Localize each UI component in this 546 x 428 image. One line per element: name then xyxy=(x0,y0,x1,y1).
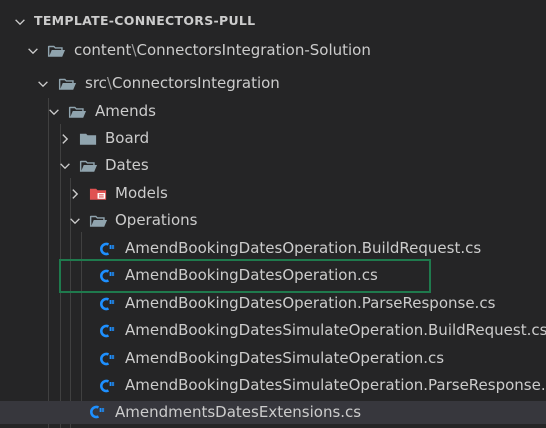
tree-item-label: AmendBookingDatesOperation.cs xyxy=(125,266,378,284)
csharp-file-icon xyxy=(100,324,115,338)
csharp-file-icon xyxy=(100,269,115,283)
tree-item-label: AmendBookingDatesOperation.BuildRequest.… xyxy=(125,239,482,257)
csharp-file-icon xyxy=(100,242,115,256)
folder-open-icon xyxy=(58,78,77,90)
chevron-down-icon xyxy=(28,48,38,55)
folder-open-icon xyxy=(47,45,66,57)
tree-item-models-folder[interactable]: Models xyxy=(0,181,546,208)
tree-item-label: AmendBookingDatesSimulateOperation.cs xyxy=(125,349,445,367)
tree-item-label: content\ConnectorsIntegration-Solution xyxy=(74,41,371,59)
tree-item-board-folder[interactable]: Board xyxy=(0,126,546,153)
tree-item-label: Board xyxy=(105,129,150,147)
tree-item-file[interactable]: AmendBookingDatesSimulateOperation.Parse… xyxy=(0,373,546,400)
chevron-down-icon xyxy=(38,81,48,88)
folder-open-icon xyxy=(79,160,98,172)
chevron-down-icon xyxy=(70,218,80,225)
chevron-right-icon xyxy=(62,134,69,144)
tree-item-label: AmendBookingDatesSimulateOperation.Parse… xyxy=(125,376,546,394)
folder-open-icon xyxy=(89,215,108,227)
chevron-down-icon xyxy=(60,163,70,170)
csharp-file-icon xyxy=(100,352,115,366)
tree-item-file-selected[interactable]: AmendmentsDatesExtensions.cs xyxy=(0,401,546,424)
tree-item-file[interactable]: AmendBookingDatesOperation.BuildRequest.… xyxy=(0,236,546,263)
tree-item-label: Models xyxy=(115,184,168,202)
tree-item-content-folder[interactable]: content\ConnectorsIntegration-Solution xyxy=(0,38,546,65)
file-explorer: TEMPLATE-CONNECTORS-PULL content\Connect… xyxy=(0,0,546,428)
tree-item-label: AmendBookingDatesSimulateOperation.Build… xyxy=(125,321,546,339)
tree-item-label: Operations xyxy=(115,211,198,229)
tree-item-label: AmendBookingDatesOperation.ParseResponse… xyxy=(125,294,496,312)
chevron-right-icon xyxy=(72,189,79,199)
tree-item-file[interactable]: AmendBookingDatesOperation.ParseResponse… xyxy=(0,291,546,318)
folder-icon xyxy=(79,133,97,145)
csharp-file-icon xyxy=(100,379,115,393)
folder-open-icon xyxy=(68,106,87,118)
tree-item-src-folder[interactable]: src\ConnectorsIntegration xyxy=(0,71,546,98)
models-folder-icon xyxy=(89,188,107,200)
tree-item-amends-folder[interactable]: Amends xyxy=(0,99,546,126)
explorer-section-title: TEMPLATE-CONNECTORS-PULL xyxy=(34,13,256,28)
tree-item-file[interactable]: AmendBookingDatesSimulateOperation.cs xyxy=(0,346,546,373)
tree-item-label: Dates xyxy=(105,156,149,174)
tree-item-dates-folder[interactable]: Dates xyxy=(0,153,546,180)
tree-item-file[interactable]: AmendBookingDatesSimulateOperation.Build… xyxy=(0,318,546,345)
tree-item-label: Amends xyxy=(95,102,156,120)
tree-item-file[interactable]: AmendBookingDatesOperation.cs xyxy=(0,263,546,290)
chevron-down-icon xyxy=(15,19,25,26)
csharp-file-icon xyxy=(100,297,115,311)
tree-item-label: AmendmentsDatesExtensions.cs xyxy=(115,403,362,421)
tree-item-operations-folder[interactable]: Operations xyxy=(0,208,546,235)
csharp-file-icon xyxy=(90,405,105,419)
explorer-section-header[interactable]: TEMPLATE-CONNECTORS-PULL xyxy=(0,10,546,36)
chevron-down-icon xyxy=(49,109,59,116)
tree-item-label: src\ConnectorsIntegration xyxy=(85,74,280,92)
